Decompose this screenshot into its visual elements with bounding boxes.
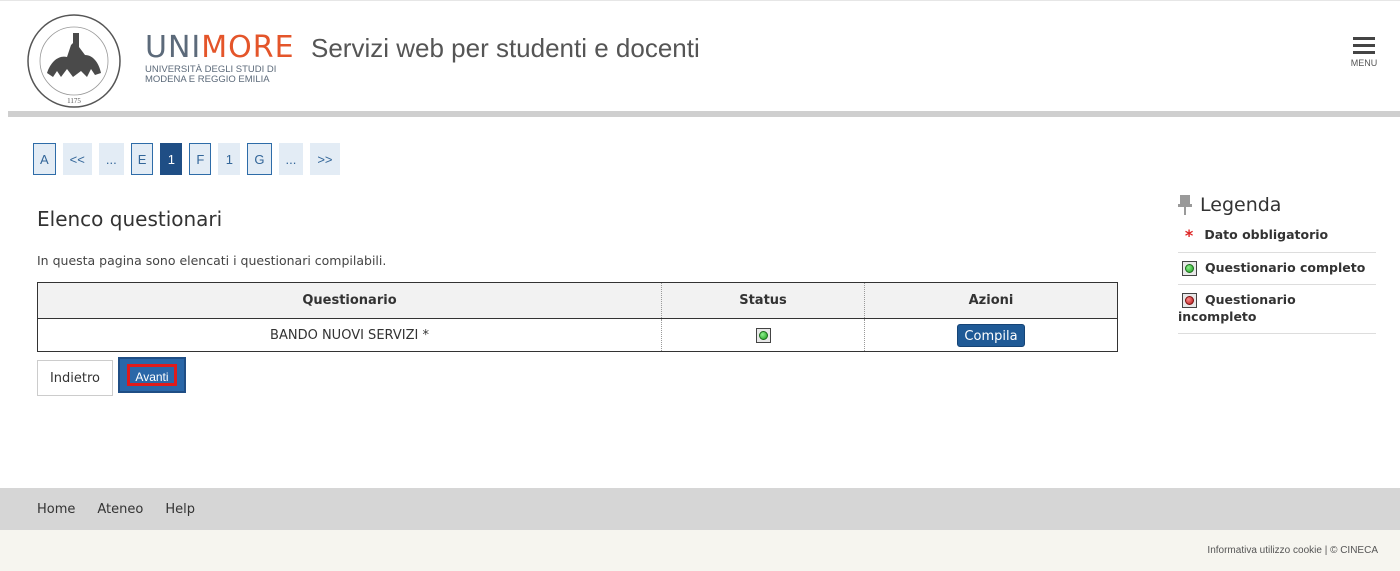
footer-link-home[interactable]: Home xyxy=(37,502,75,517)
pagination-current-page[interactable]: 1 xyxy=(160,143,183,175)
next-button[interactable]: Avanti xyxy=(118,357,186,393)
pagination: A << ... E 1 F 1 G ... >> xyxy=(33,143,347,175)
pagination-letter-e[interactable]: E xyxy=(130,143,154,175)
header-divider xyxy=(8,111,1400,117)
menu-label: MENU xyxy=(1350,58,1378,68)
footer-link-ateneo[interactable]: Ateneo xyxy=(97,502,143,517)
cookie-policy-link[interactable]: Informativa utilizzo cookie | © CINECA xyxy=(1207,545,1378,556)
pagination-letter-g[interactable]: G xyxy=(247,143,272,175)
legend-item-label: Dato obbligatorio xyxy=(1204,227,1329,242)
brand-subtitle-line-2: MODENA E REGGIO EMILIA xyxy=(145,74,270,85)
legend-item-label: Questionario completo xyxy=(1205,260,1366,275)
status-cell xyxy=(661,318,865,352)
footer-bottom: Informativa utilizzo cookie | © CINECA xyxy=(0,530,1400,571)
back-button[interactable]: Indietro xyxy=(37,360,113,396)
legend-title-text: Legenda xyxy=(1200,194,1282,216)
header: 1175 UNIMORE UNIVERSITÀ DEGLI STUDI DI M… xyxy=(0,0,1400,112)
pagination-ellipsis[interactable]: ... xyxy=(278,143,304,175)
green-led-icon xyxy=(755,327,771,343)
legend-item-complete: Questionario completo xyxy=(1178,253,1376,285)
table-header-row: Questionario Status Azioni xyxy=(37,282,1118,319)
brand-name: UNIMORE xyxy=(145,30,295,65)
brand[interactable]: UNIMORE UNIVERSITÀ DEGLI STUDI DI MODENA… xyxy=(145,33,295,85)
table-row: BANDO NUOVI SERVIZI * Compila xyxy=(37,318,1118,352)
svg-text:1175: 1175 xyxy=(67,97,81,105)
column-header-status[interactable]: Status xyxy=(661,282,865,319)
legend-title: Legenda xyxy=(1178,190,1376,220)
pagination-letter-f[interactable]: F xyxy=(189,143,212,175)
column-header-questionario[interactable]: Questionario xyxy=(37,282,662,319)
legend-item-incomplete: Questionario incompleto xyxy=(1178,285,1376,334)
legend-item-required: * Dato obbligatorio xyxy=(1178,220,1376,253)
site-title: Servizi web per studenti e docenti xyxy=(311,33,700,63)
hamburger-icon xyxy=(1353,37,1375,40)
next-button-label: Avanti xyxy=(127,364,177,386)
menu-button[interactable]: MENU xyxy=(1348,37,1380,81)
red-led-icon xyxy=(1182,293,1197,308)
green-led-icon xyxy=(1182,261,1197,276)
footer-link-help[interactable]: Help xyxy=(165,502,195,517)
page-title: Elenco questionari xyxy=(37,207,223,231)
compila-button[interactable]: Compila xyxy=(957,323,1025,347)
pagination-page[interactable]: 1 xyxy=(218,143,241,175)
pagination-last[interactable]: >> xyxy=(310,143,340,175)
hamburger-icon-bar xyxy=(1353,51,1375,54)
required-star-icon: * xyxy=(1184,226,1194,245)
actions-cell: Compila xyxy=(864,318,1118,352)
questionari-table: Questionario Status Azioni BANDO NUOVI S… xyxy=(37,282,1118,352)
page-intro: In questa pagina sono elencati i questio… xyxy=(37,253,387,268)
column-header-azioni: Azioni xyxy=(864,282,1118,319)
footer-nav: Home Ateneo Help xyxy=(0,488,1400,530)
university-seal-logo[interactable]: 1175 xyxy=(17,11,131,117)
pushpin-icon xyxy=(1178,195,1192,215)
questionario-name: BANDO NUOVI SERVIZI * xyxy=(37,318,662,352)
pagination-first[interactable]: << xyxy=(62,143,92,175)
pagination-ellipsis[interactable]: ... xyxy=(98,143,124,175)
pagination-letter-a[interactable]: A xyxy=(33,143,56,175)
legend-panel: Legenda * Dato obbligatorio Questionario… xyxy=(1178,190,1376,334)
hamburger-icon-bar xyxy=(1353,44,1375,47)
